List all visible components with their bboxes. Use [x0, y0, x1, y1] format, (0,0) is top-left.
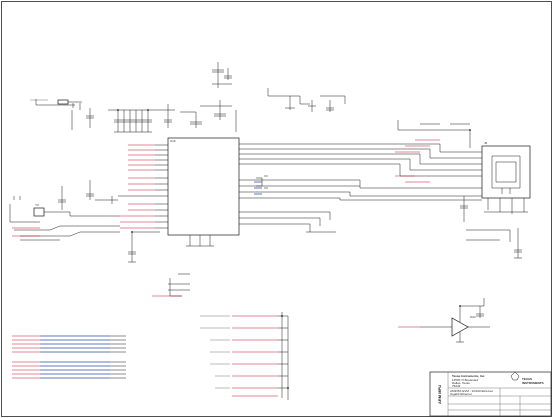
- top-bypass-caps: [212, 62, 232, 88]
- osc-ref-label: Y3: [35, 203, 39, 207]
- jack-ref-label: J6: [484, 141, 488, 145]
- cpu-bottom-caps: [128, 231, 160, 263]
- title-block: [429, 371, 552, 417]
- phy-to-jack-nets: [252, 120, 482, 233]
- buffer-u24: U24: [398, 298, 490, 343]
- phy-chip-u16: U16: [155, 137, 252, 247]
- drawing-subtitle: Gigabit Ethernet: [450, 392, 472, 396]
- cpu-left-nets: [118, 144, 155, 229]
- cpu-ref-label: U16: [170, 139, 176, 143]
- led-driver-parts: [254, 175, 268, 195]
- side-title: ARM MPU: [437, 385, 442, 404]
- jack-shield-caps: [460, 196, 522, 259]
- logo-line-2: INSTRUMENTS: [522, 381, 544, 385]
- top-mid-net: [267, 88, 346, 112]
- header-connector: [152, 273, 190, 297]
- crystal-reset-section: Y3: [9, 180, 120, 241]
- strap-resistor-column: [200, 312, 289, 400]
- buffer-ref-label: U24: [470, 315, 476, 319]
- cpu-bypass-caps: [108, 100, 237, 133]
- schematic-sheet: U16 Y3 J6 U24 ARM MPU Texas Instruments,…: [1, 1, 552, 417]
- config-bus-lines: [12, 335, 126, 379]
- rj45-jack-j6: J6: [481, 141, 531, 214]
- power-regulator-section: [30, 99, 94, 130]
- address-line-3: 75243: [452, 384, 461, 388]
- sheet-border: [1, 1, 552, 417]
